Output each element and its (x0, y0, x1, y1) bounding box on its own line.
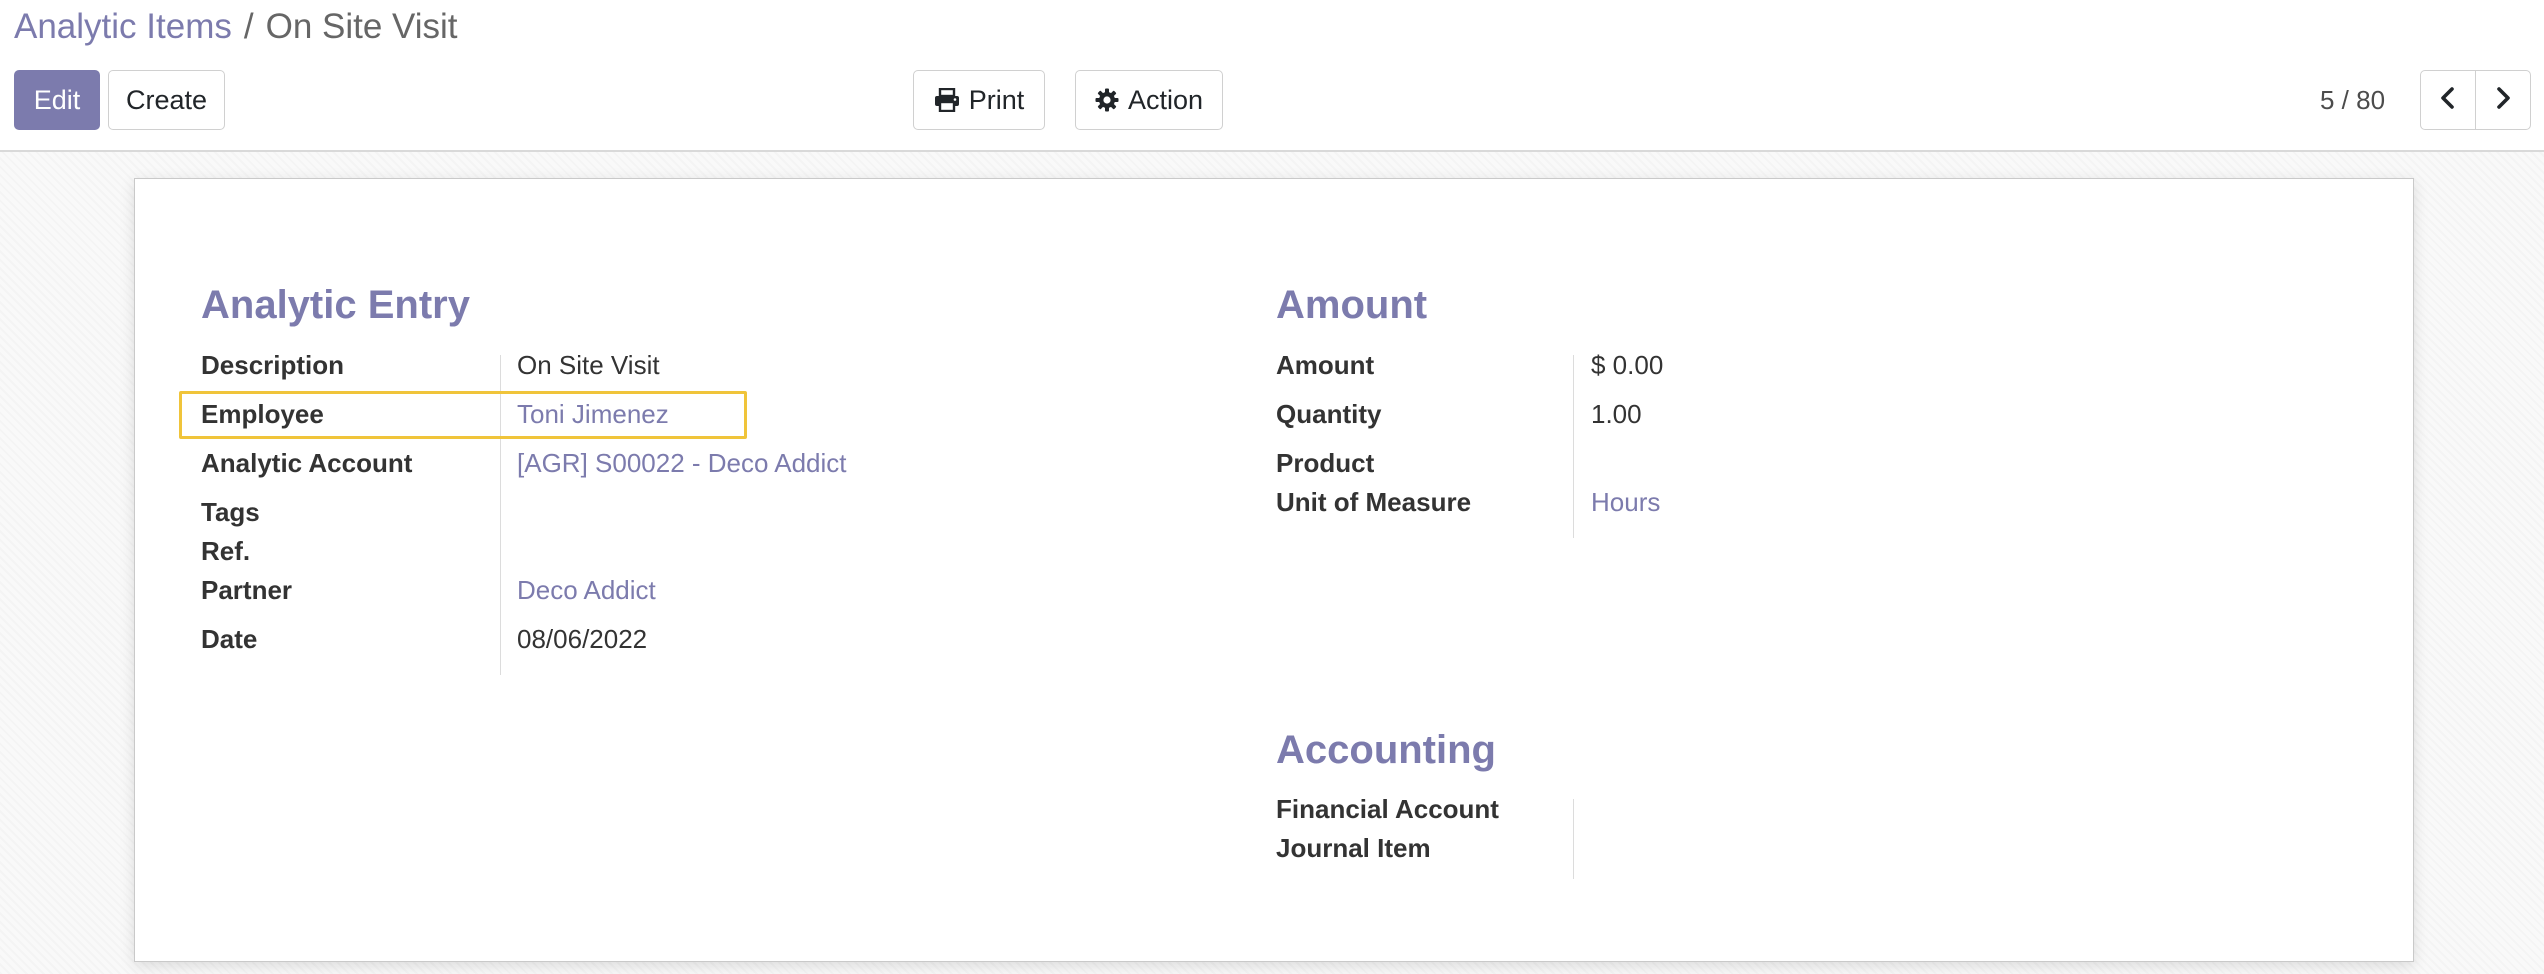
gear-icon (1095, 88, 1119, 112)
pager-previous-button[interactable] (2420, 70, 2476, 130)
print-button[interactable]: Print (913, 70, 1045, 130)
analytic-account-label: Analytic Account (201, 448, 413, 478)
analytic-account-link[interactable]: [AGR] S00022 - Deco Addict (517, 447, 847, 479)
action-button-label: Action (1127, 84, 1204, 115)
edit-button[interactable]: Edit (14, 70, 100, 130)
amount-value: $ 0.00 (1591, 350, 1664, 380)
create-button[interactable]: Create (108, 70, 225, 130)
financial-account-label: Financial Account (1276, 794, 1499, 824)
tags-label: Tags (201, 497, 260, 527)
amount-label: Amount (1276, 350, 1375, 380)
chevron-left-icon (2439, 86, 2457, 115)
product-label: Product (1276, 448, 1375, 478)
edit-button-label: Edit (33, 84, 81, 115)
analytic-entry-title: Analytic Entry (201, 283, 470, 327)
form-view: Analytic Entry Description On Site Visit… (0, 152, 2544, 974)
partner-link[interactable]: Deco Addict (517, 574, 656, 606)
breadcrumb-analytic-items-link[interactable]: Analytic Items (14, 7, 232, 46)
unit-of-measure-label: Unit of Measure (1276, 487, 1472, 517)
accounting-title: Accounting (1276, 728, 1496, 772)
control-panel: Analytic Items / On Site Visit Edit Create… (0, 0, 2544, 152)
printer-icon (934, 88, 960, 112)
breadcrumb: Analytic Items / On Site Visit (14, 6, 458, 48)
unit-of-measure-link[interactable]: Hours (1591, 486, 1660, 518)
quantity-label: Quantity (1276, 399, 1382, 429)
pager-next-button[interactable] (2475, 70, 2531, 130)
pager-value[interactable]: 5 / 80 (2320, 80, 2425, 120)
quantity-value: 1.00 (1591, 399, 1642, 429)
create-button-label: Create (125, 84, 208, 115)
form-sheet: Analytic Entry Description On Site Visit… (134, 178, 2414, 962)
description-label: Description (201, 350, 345, 380)
print-button-label: Print (968, 84, 1025, 115)
amount-divider (1573, 355, 1574, 538)
accounting-divider (1573, 799, 1574, 879)
action-button[interactable]: Action (1075, 70, 1223, 130)
journal-item-label: Journal Item (1276, 833, 1431, 863)
date-value: 08/06/2022 (517, 624, 648, 654)
amount-title: Amount (1276, 283, 1428, 327)
partner-label: Partner (201, 575, 293, 605)
ref-label: Ref. (201, 536, 251, 566)
description-value: On Site Visit (517, 350, 660, 380)
chevron-right-icon (2494, 86, 2512, 115)
breadcrumb-separator: / (243, 7, 254, 46)
employee-label: Employee (201, 399, 324, 429)
date-label: Date (201, 624, 258, 654)
breadcrumb-current: On Site Visit (265, 7, 458, 46)
employee-link[interactable]: Toni Jimenez (517, 398, 669, 430)
